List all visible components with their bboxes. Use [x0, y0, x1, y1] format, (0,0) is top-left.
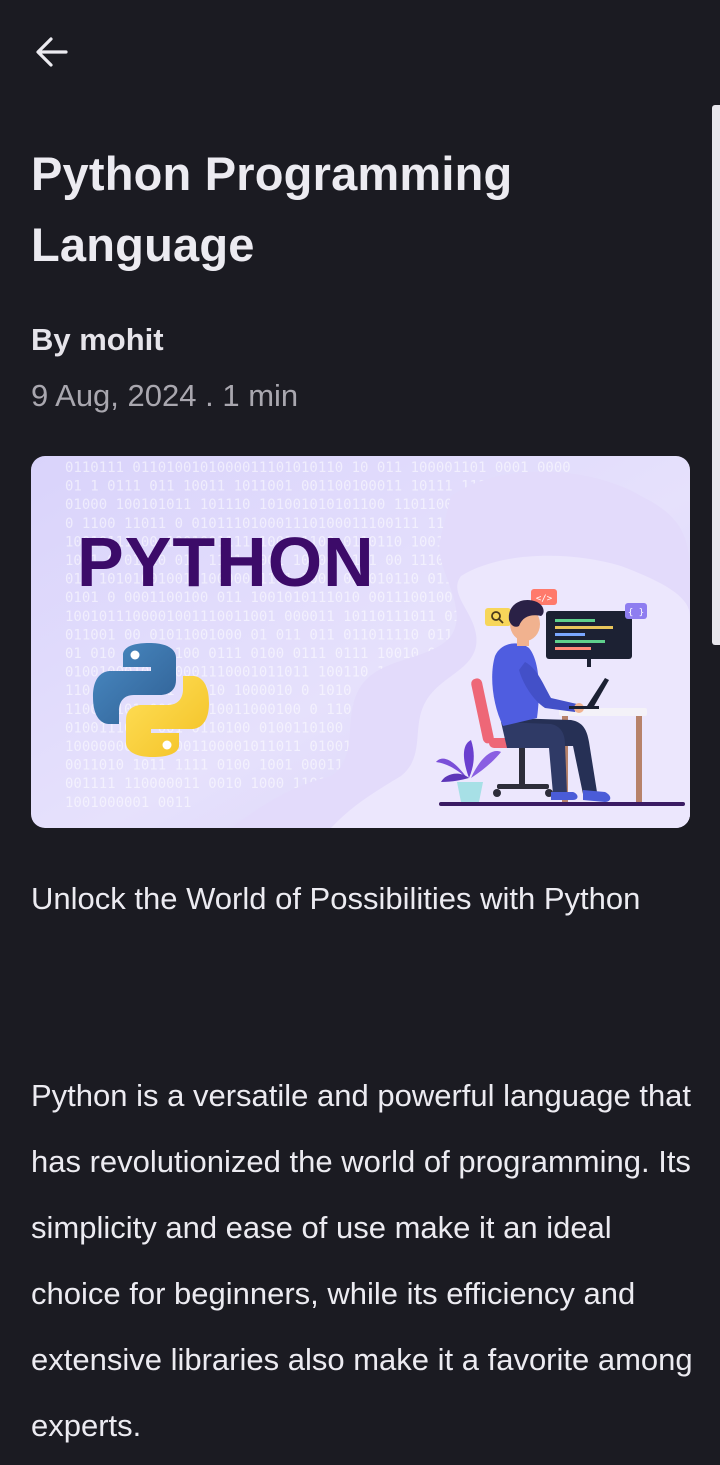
back-button[interactable] — [22, 22, 82, 82]
article-meta: 9 Aug, 2024 . 1 min — [31, 374, 298, 418]
article-screen: Python Programming Language By mohit 9 A… — [0, 0, 720, 1465]
article-hero-image: 0110111 0110100101000011101010110 10 011… — [31, 456, 690, 828]
binary-row: 1000000011001001100001011011 0100110100 — [65, 739, 394, 755]
binary-row: 1001011100001001110011001 000011 1011011… — [65, 609, 478, 625]
brace-tag-label: { } — [628, 608, 644, 618]
scrollbar[interactable] — [712, 105, 720, 645]
article-read-time: 1 min — [222, 378, 299, 413]
binary-row: 0011010 1011 1111 0100 1001 00011010 — [65, 758, 368, 774]
monitor-icon — [546, 611, 632, 667]
binary-row: 1001000001 0011 — [65, 795, 191, 811]
binary-row: 0110111 0110100101000011101010110 10 011… — [65, 460, 571, 476]
search-icon — [485, 608, 511, 626]
floor-line — [439, 802, 685, 806]
article-author: By mohit — [31, 322, 164, 357]
article-title: Python Programming Language — [31, 147, 513, 271]
article-body: Python is a versatile and powerful langu… — [31, 1078, 693, 1443]
python-wordmark: PYTHON — [77, 523, 375, 601]
binary-row: 001111 110000011 0010 1000 1100 — [65, 776, 326, 792]
article-date: 9 Aug, 2024 — [31, 378, 197, 413]
article-subtitle: Unlock the World of Possibilities with P… — [31, 881, 641, 916]
binary-row: 011001 00 01011001000 01 011 011 0110111… — [65, 627, 453, 643]
code-tag-label: </> — [536, 594, 553, 604]
arrow-left-icon — [36, 37, 68, 67]
brace-tag-icon: { } — [625, 603, 647, 619]
meta-separator: . — [196, 378, 223, 413]
hero-illustration: 0110111 0110100101000011101010110 10 011… — [31, 456, 690, 828]
